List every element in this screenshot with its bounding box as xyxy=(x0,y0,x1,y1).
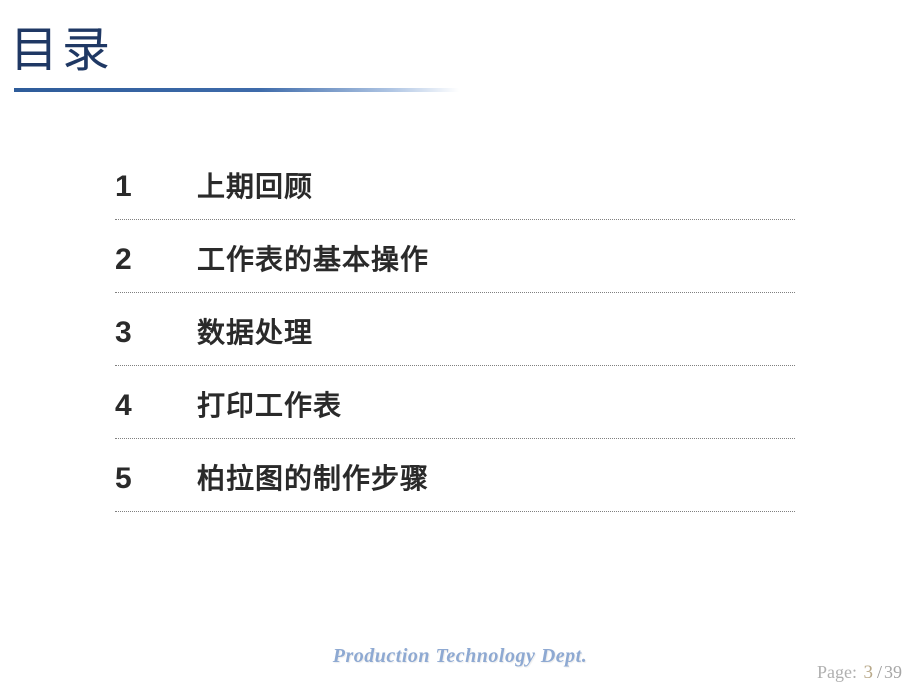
footer-page-indicator: Page: 3/39 xyxy=(817,662,902,684)
toc-item: 3 数据处理 xyxy=(115,293,795,366)
toc-number: 5 xyxy=(115,462,145,496)
toc-number: 3 xyxy=(115,316,145,350)
toc-number: 4 xyxy=(115,389,145,423)
toc-label: 数据处理 xyxy=(197,311,313,351)
title-underline xyxy=(14,88,459,92)
toc-item: 1 上期回顾 xyxy=(115,147,795,220)
toc-list: 1 上期回顾 2 工作表的基本操作 3 数据处理 4 打印工作表 5 柏拉图的制… xyxy=(115,147,795,512)
toc-label: 打印工作表 xyxy=(197,384,342,424)
toc-label: 上期回顾 xyxy=(197,165,313,205)
toc-item: 5 柏拉图的制作步骤 xyxy=(115,439,795,512)
slide-title: 目录 xyxy=(10,10,920,80)
page-separator: / xyxy=(877,662,882,682)
toc-label: 柏拉图的制作步骤 xyxy=(197,457,429,497)
page-label: Page: xyxy=(817,662,857,682)
footer-department: Production Technology Dept. xyxy=(0,645,920,668)
toc-label: 工作表的基本操作 xyxy=(197,238,429,278)
toc-item: 4 打印工作表 xyxy=(115,366,795,439)
toc-number: 2 xyxy=(115,243,145,277)
toc-number: 1 xyxy=(115,170,145,204)
slide-toc: 目录 1 上期回顾 2 工作表的基本操作 3 数据处理 4 打印工作表 5 柏拉… xyxy=(0,0,920,690)
page-total: 39 xyxy=(884,662,902,682)
page-current: 3 xyxy=(863,662,873,683)
toc-item: 2 工作表的基本操作 xyxy=(115,220,795,293)
